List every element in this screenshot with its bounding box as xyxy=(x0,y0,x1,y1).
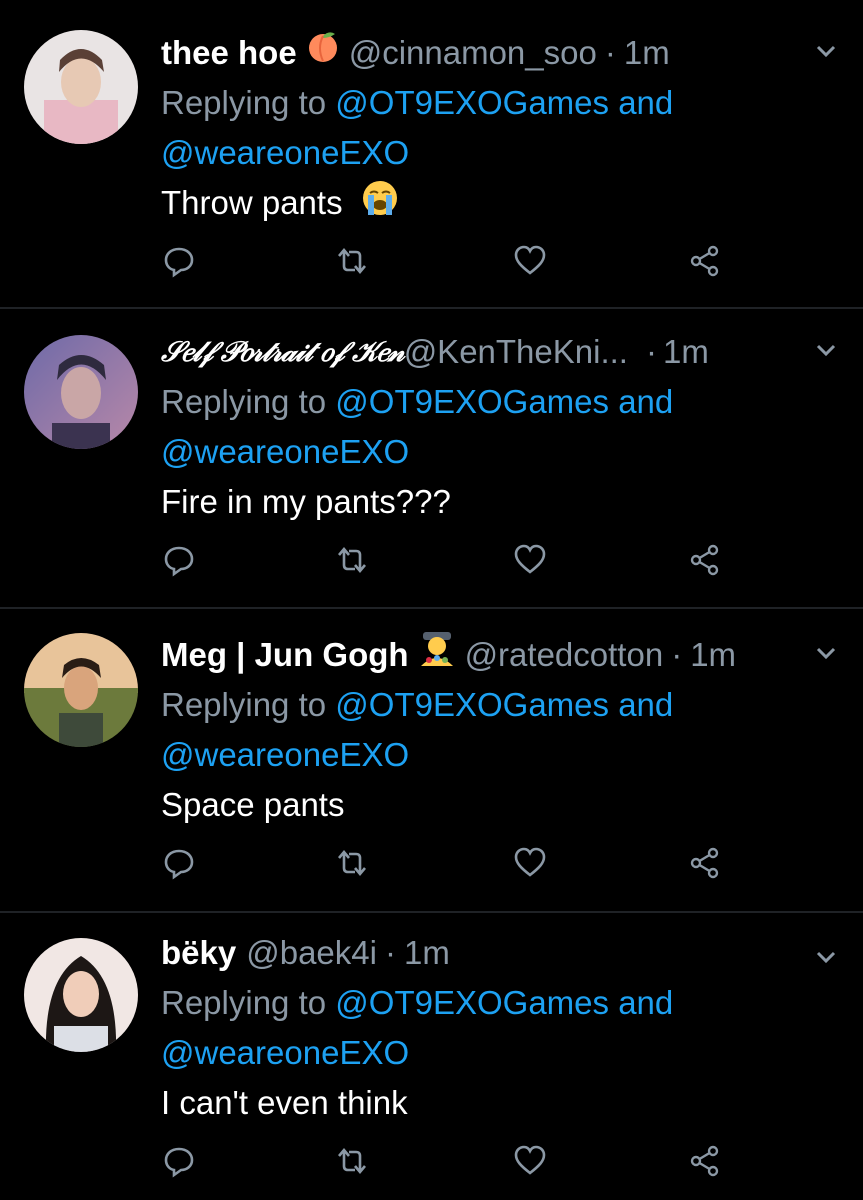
chevron-down-icon[interactable] xyxy=(811,335,841,365)
artist-emoji xyxy=(417,628,457,682)
replying-to-label: Replying to xyxy=(161,984,327,1021)
username-handle[interactable]: @baek4i xyxy=(246,928,377,978)
loudly-crying-emoji xyxy=(360,178,400,232)
retweet-icon[interactable] xyxy=(335,543,369,577)
reply-icon[interactable] xyxy=(162,846,196,880)
display-name[interactable]: thee hoe xyxy=(161,28,297,78)
username-handle[interactable]: @ratedcotton xyxy=(465,630,664,680)
share-icon[interactable] xyxy=(688,1144,722,1178)
replying-to-line: Replying to @OT9EXOGames and xyxy=(161,377,673,427)
username-handle[interactable]: @KenTheKni... xyxy=(404,327,628,377)
separator-dot: · xyxy=(671,636,683,673)
reply-icon[interactable] xyxy=(162,1144,196,1178)
mention-link[interactable]: @OT9EXOGames xyxy=(335,383,609,420)
share-icon[interactable] xyxy=(688,543,722,577)
tweet-text: Throw pants xyxy=(161,178,408,232)
reply-icon[interactable] xyxy=(162,244,196,278)
reply-icon[interactable] xyxy=(162,543,196,577)
timestamp[interactable]: 1m xyxy=(404,928,450,978)
chevron-down-icon[interactable] xyxy=(811,36,841,66)
replying-to-line: Replying to @OT9EXOGames and xyxy=(161,680,673,730)
like-icon[interactable] xyxy=(513,543,547,577)
display-name[interactable]: bëky xyxy=(161,928,236,978)
tweet-actions xyxy=(0,543,863,579)
and-link[interactable]: and xyxy=(618,383,673,420)
tweet-text: I can't even think xyxy=(161,1084,408,1121)
avatar[interactable] xyxy=(24,30,138,144)
tweet-text: Fire in my pants??? xyxy=(161,483,451,520)
tweet-actions xyxy=(0,1144,863,1180)
replying-to-label: Replying to xyxy=(161,686,327,723)
like-icon[interactable] xyxy=(513,846,547,880)
mention-link[interactable]: @weareoneEXO xyxy=(161,128,409,178)
avatar[interactable] xyxy=(24,633,138,747)
tweet-actions xyxy=(0,846,863,882)
replying-to-label: Replying to xyxy=(161,84,327,121)
mention-link[interactable]: @weareoneEXO xyxy=(161,427,409,477)
timestamp[interactable]: 1m xyxy=(624,28,670,78)
separator-dot: · xyxy=(604,34,616,71)
avatar[interactable] xyxy=(24,938,138,1052)
like-icon[interactable] xyxy=(513,244,547,278)
share-icon[interactable] xyxy=(688,244,722,278)
mention-link[interactable]: @weareoneEXO xyxy=(161,1028,409,1078)
tweet-divider xyxy=(0,911,863,913)
timestamp[interactable]: 1m xyxy=(690,630,736,680)
and-link[interactable]: and xyxy=(618,84,673,121)
separator-dot: · xyxy=(384,934,396,971)
timestamp[interactable]: 1m xyxy=(663,327,709,377)
chevron-down-icon[interactable] xyxy=(811,638,841,668)
tweet-text-content: Throw pants xyxy=(161,184,343,221)
peach-emoji xyxy=(305,28,341,78)
mention-link[interactable]: @OT9EXOGames xyxy=(335,686,609,723)
display-name[interactable]: 𝒮𝑒𝓁𝒻 𝒫𝑜𝓇𝓉𝓇𝒶𝒾𝓉 𝑜𝒻 𝒦𝑒𝓃 xyxy=(161,327,405,377)
like-icon[interactable] xyxy=(513,1144,547,1178)
tweet-divider xyxy=(0,607,863,609)
separator-dot: · xyxy=(645,333,657,370)
tweet-text: Space pants xyxy=(161,786,345,823)
retweet-icon[interactable] xyxy=(335,1144,369,1178)
replying-to-line: Replying to @OT9EXOGames and xyxy=(161,978,673,1028)
mention-link[interactable]: @OT9EXOGames xyxy=(335,984,609,1021)
replying-to-line: Replying to @OT9EXOGames and xyxy=(161,78,673,128)
avatar[interactable] xyxy=(24,335,138,449)
and-link[interactable]: and xyxy=(618,984,673,1021)
username-handle[interactable]: @cinnamon_soo xyxy=(349,28,597,78)
share-icon[interactable] xyxy=(688,846,722,880)
mention-link[interactable]: @weareoneEXO xyxy=(161,730,409,780)
retweet-icon[interactable] xyxy=(335,846,369,880)
replying-to-label: Replying to xyxy=(161,383,327,420)
mention-link[interactable]: @OT9EXOGames xyxy=(335,84,609,121)
chevron-down-icon[interactable] xyxy=(811,942,841,972)
retweet-icon[interactable] xyxy=(335,244,369,278)
and-link[interactable]: and xyxy=(618,686,673,723)
display-name[interactable]: Meg | Jun Gogh xyxy=(161,630,409,680)
tweet-divider xyxy=(0,307,863,309)
tweet-actions xyxy=(0,244,863,280)
